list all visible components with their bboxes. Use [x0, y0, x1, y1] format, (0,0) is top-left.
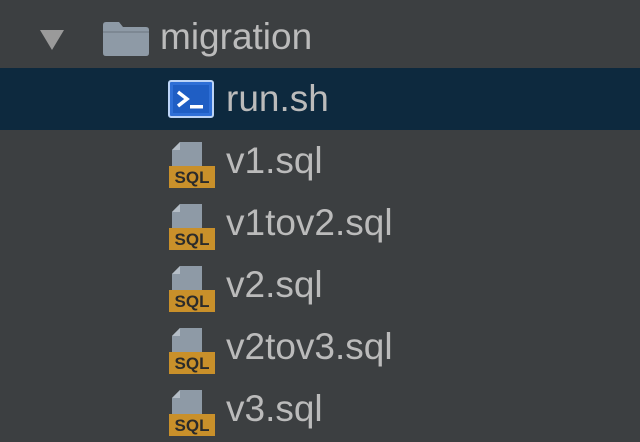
expand-arrow-icon[interactable] — [40, 30, 64, 50]
file-label: v2.sql — [226, 264, 323, 305]
file-label: v3.sql — [226, 388, 323, 429]
file-label: v1tov2.sql — [226, 202, 393, 243]
sql-file-icon: SQL — [169, 266, 215, 312]
svg-text:SQL: SQL — [175, 416, 210, 435]
sql-file-icon: SQL — [169, 142, 215, 188]
sql-file-icon: SQL — [169, 328, 215, 374]
folder-label: migration — [160, 16, 313, 57]
svg-text:SQL: SQL — [175, 354, 210, 373]
file-row-run-sh[interactable]: run.sh — [0, 68, 640, 130]
svg-text:SQL: SQL — [175, 292, 210, 311]
file-row-v1tov2-sql[interactable]: SQL v1tov2.sql — [0, 192, 640, 254]
svg-text:SQL: SQL — [175, 230, 210, 249]
shell-script-icon — [168, 80, 214, 118]
sql-file-icon: SQL — [169, 204, 215, 250]
file-label: v2tov3.sql — [226, 326, 393, 367]
folder-icon — [103, 22, 149, 56]
folder-row-migration[interactable]: migration — [0, 6, 640, 68]
sql-file-icon: SQL — [169, 390, 215, 436]
project-tree: migration run.sh SQL v1.sql SQL v1tov2.s… — [0, 0, 640, 442]
file-label: run.sh — [226, 78, 329, 119]
file-label: v1.sql — [226, 140, 323, 181]
file-row-v1-sql[interactable]: SQL v1.sql — [0, 130, 640, 192]
file-row-v2tov3-sql[interactable]: SQL v2tov3.sql — [0, 316, 640, 378]
svg-text:SQL: SQL — [175, 168, 210, 187]
file-row-v3-sql[interactable]: SQL v3.sql — [0, 378, 640, 440]
file-row-v2-sql[interactable]: SQL v2.sql — [0, 254, 640, 316]
